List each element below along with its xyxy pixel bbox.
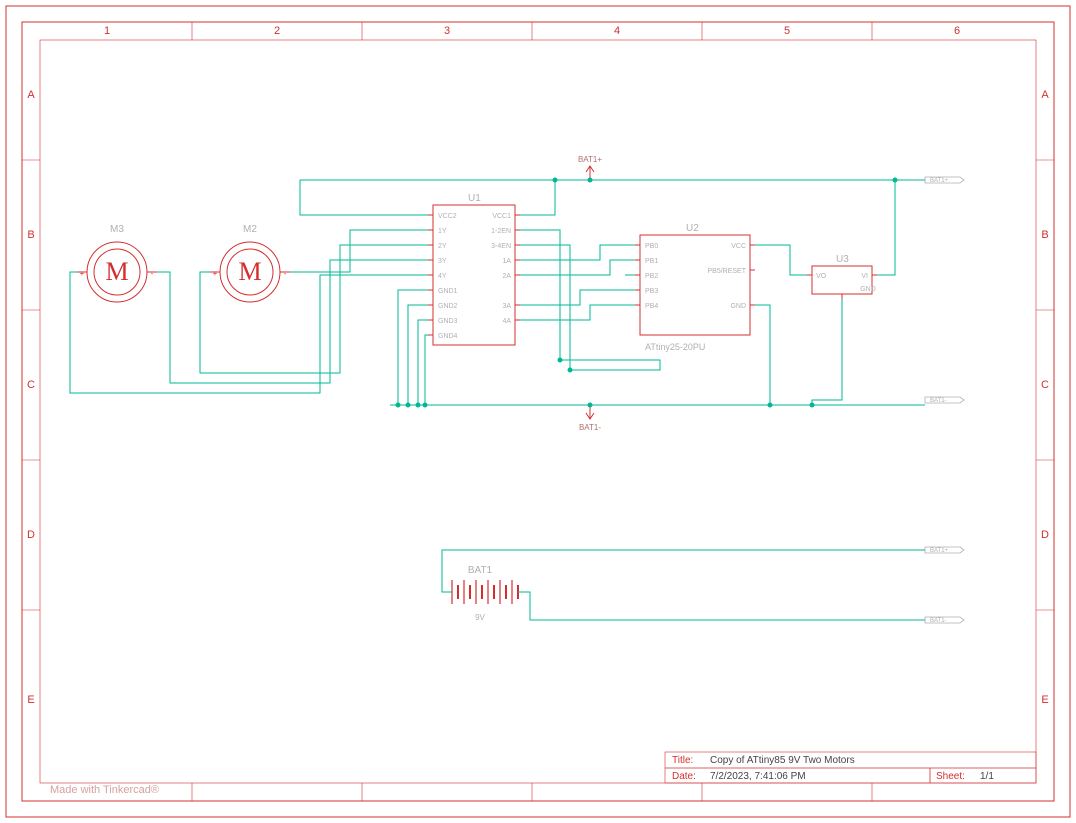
svg-text:M3: M3: [110, 224, 124, 235]
svg-text:4A: 4A: [502, 318, 511, 325]
component-u3: U3 VO VI GND: [807, 254, 877, 299]
svg-text:1A: 1A: [502, 258, 511, 265]
svg-text:2: 2: [274, 25, 280, 37]
svg-text:2Y: 2Y: [438, 243, 447, 250]
grid-border: [22, 22, 1054, 801]
svg-text:VCC2: VCC2: [438, 213, 457, 220]
watermark: Made with Tinkercad®: [50, 784, 159, 796]
svg-text:1-2EN: 1-2EN: [491, 228, 511, 235]
svg-text:GND: GND: [860, 286, 876, 293]
svg-text:PB5/RESET: PB5/RESET: [707, 268, 746, 275]
svg-text:U1: U1: [468, 193, 481, 204]
svg-text:BAT1+: BAT1+: [930, 178, 949, 184]
netport-bat1plus-top: BAT1+: [925, 177, 964, 184]
svg-text:GND4: GND4: [438, 333, 458, 340]
svg-text:GND3: GND3: [438, 318, 458, 325]
svg-text:BAT1: BAT1: [468, 565, 493, 576]
netport-bat1minus-bat: BAT1-: [925, 617, 964, 624]
svg-text:VO: VO: [816, 273, 827, 280]
svg-text:C: C: [27, 379, 35, 391]
netport-bat1minus-mid: BAT1-: [925, 397, 964, 404]
svg-text:D: D: [1041, 529, 1049, 541]
svg-text:PB3: PB3: [645, 288, 658, 295]
svg-text:PB1: PB1: [645, 258, 658, 265]
svg-text:1Y: 1Y: [438, 228, 447, 235]
netport-bat1plus-bat: BAT1+: [925, 547, 964, 554]
component-motor-m3: M M3 + -: [77, 224, 157, 302]
svg-text:PB4: PB4: [645, 303, 658, 310]
component-motor-m2: M M2 + -: [210, 224, 290, 302]
svg-text:Copy of ATtiny85 9V Two Motors: Copy of ATtiny85 9V Two Motors: [710, 755, 855, 766]
svg-text:GND: GND: [730, 303, 746, 310]
grid-rows: A A B B C C D D E E: [22, 89, 1054, 706]
power-bat1-plus: BAT1+: [578, 155, 602, 180]
svg-text:VCC1: VCC1: [492, 213, 511, 220]
svg-text:4: 4: [614, 25, 620, 37]
svg-text:+: +: [213, 269, 218, 278]
svg-text:3: 3: [444, 25, 450, 37]
svg-text:+: +: [80, 269, 85, 278]
inner-border: [40, 40, 1036, 783]
grid-columns: 1 2 3 4 5 6: [104, 22, 960, 801]
svg-text:BAT1+: BAT1+: [930, 548, 949, 554]
svg-text:B: B: [1041, 229, 1048, 241]
component-u2: U2 ATtiny25-20PU PB0 PB1 PB2 PB3 PB4 VCC…: [635, 223, 755, 352]
svg-text:BAT1-: BAT1-: [930, 618, 947, 624]
svg-text:7/2/2023, 7:41:06 PM: 7/2/2023, 7:41:06 PM: [710, 771, 806, 782]
power-bat1-minus: BAT1-: [579, 405, 601, 432]
svg-text:6: 6: [954, 25, 960, 37]
title-block: Title: Copy of ATtiny85 9V Two Motors Da…: [665, 752, 1036, 783]
svg-text:VCC: VCC: [731, 243, 746, 250]
svg-text:3Y: 3Y: [438, 258, 447, 265]
svg-text:5: 5: [784, 25, 790, 37]
svg-text:Date:: Date:: [672, 771, 696, 782]
svg-text:BAT1+: BAT1+: [578, 155, 602, 164]
svg-text:PB2: PB2: [645, 273, 658, 280]
svg-text:ATtiny25-20PU: ATtiny25-20PU: [645, 342, 705, 352]
svg-text:2A: 2A: [502, 273, 511, 280]
svg-text:3-4EN: 3-4EN: [491, 243, 511, 250]
svg-text:E: E: [1041, 694, 1048, 706]
svg-text:VI: VI: [861, 273, 868, 280]
svg-text:M2: M2: [243, 224, 257, 235]
svg-text:1: 1: [104, 25, 110, 37]
svg-text:GND2: GND2: [438, 303, 458, 310]
svg-text:BAT1-: BAT1-: [930, 398, 947, 404]
svg-text:PB0: PB0: [645, 243, 658, 250]
svg-text:E: E: [27, 694, 34, 706]
svg-text:M: M: [105, 257, 128, 286]
svg-text:U2: U2: [686, 223, 699, 234]
schematic-canvas: 1 2 3 4 5 6 AA BB CC DD EE M M3 + - M M2…: [0, 0, 1076, 823]
svg-text:U3: U3: [836, 254, 849, 265]
svg-text:BAT1-: BAT1-: [579, 423, 601, 432]
svg-text:Sheet:: Sheet:: [936, 771, 965, 782]
svg-text:9V: 9V: [475, 613, 485, 622]
svg-text:B: B: [27, 229, 34, 241]
component-bat1: BAT1 9V: [452, 565, 518, 622]
svg-text:-: -: [151, 269, 154, 278]
component-u1: U1 VCC2 1Y 2Y 3Y 4Y GND1 GND2 GND3 GND4 …: [428, 193, 520, 345]
svg-text:3A: 3A: [502, 303, 511, 310]
svg-text:D: D: [27, 529, 35, 541]
svg-text:Title:: Title:: [672, 755, 693, 766]
svg-text:A: A: [27, 89, 35, 101]
svg-text:-: -: [284, 269, 287, 278]
svg-text:1/1: 1/1: [980, 771, 994, 782]
svg-text:A: A: [1041, 89, 1049, 101]
svg-text:M: M: [238, 257, 261, 286]
svg-text:C: C: [1041, 379, 1049, 391]
svg-text:GND1: GND1: [438, 288, 458, 295]
svg-text:4Y: 4Y: [438, 273, 447, 280]
outer-border: [6, 6, 1070, 817]
